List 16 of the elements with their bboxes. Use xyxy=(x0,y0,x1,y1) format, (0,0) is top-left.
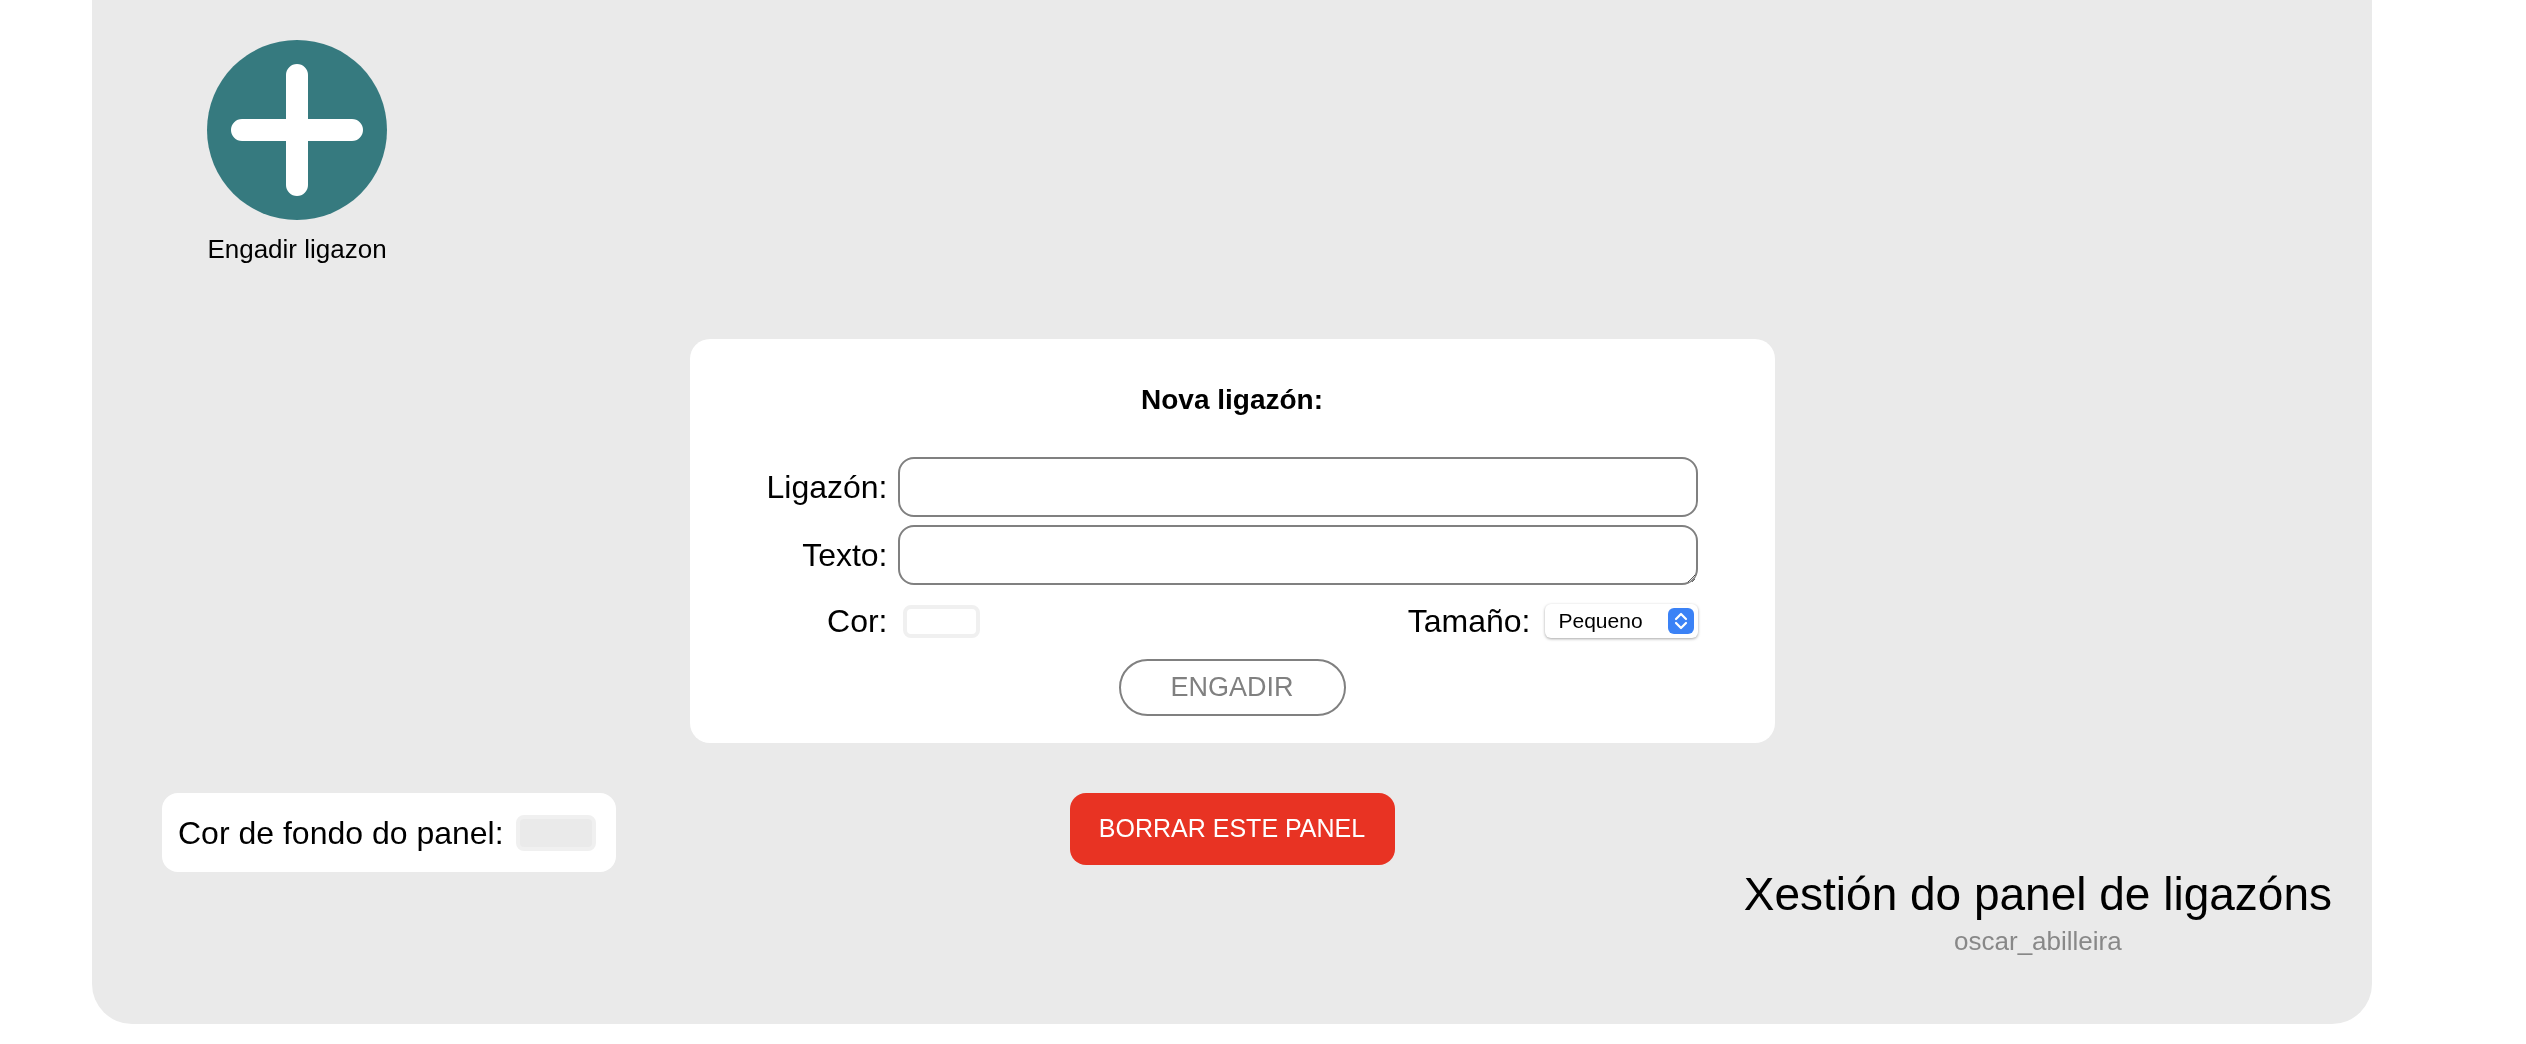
link-field[interactable] xyxy=(897,457,1698,517)
page-title: Xestión do panel de ligazóns xyxy=(1743,867,2332,922)
field-label: Texto: xyxy=(801,536,888,575)
add-button[interactable]: ENGADIR xyxy=(1118,659,1346,716)
add-icon[interactable] xyxy=(207,40,387,220)
field-label: Ligazón: xyxy=(765,468,888,507)
delete-panel-button[interactable]: BORRAR ESTE PANEL xyxy=(1069,793,1395,865)
text-field[interactable] xyxy=(897,525,1698,585)
size-select[interactable]: Pequeno xyxy=(1544,604,1698,638)
color-label: Cor: xyxy=(826,602,888,641)
form-title: Nova ligazón: xyxy=(1141,383,1323,417)
add-link-label[interactable]: Engadir ligazon xyxy=(207,230,387,269)
stepper-icon xyxy=(1667,608,1694,634)
author-name: oscar_abilleira xyxy=(1954,925,2122,958)
panel-color-label: Cor de fondo do panel: xyxy=(178,813,504,853)
size-label: Tamaño: xyxy=(1407,602,1531,641)
